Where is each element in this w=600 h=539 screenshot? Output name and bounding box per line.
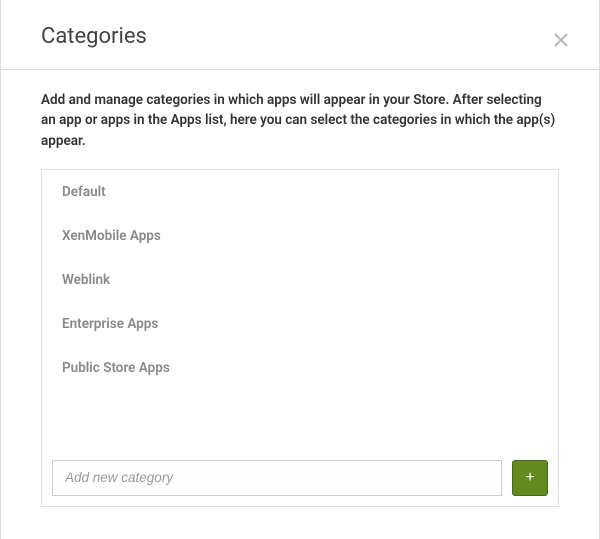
dialog-content: Add and manage categories in which apps … [1, 70, 599, 527]
category-list: Default XenMobile Apps Weblink Enterpris… [42, 170, 558, 450]
close-icon [553, 32, 569, 48]
category-item[interactable]: XenMobile Apps [42, 214, 558, 258]
close-button[interactable] [551, 30, 571, 50]
plus-icon: + [525, 470, 534, 486]
add-category-input[interactable] [52, 460, 502, 496]
dialog-description: Add and manage categories in which apps … [41, 90, 559, 151]
category-item[interactable]: Weblink [42, 258, 558, 302]
category-item[interactable]: Public Store Apps [42, 346, 558, 390]
add-category-row: + [42, 450, 558, 506]
category-item[interactable]: Default [42, 170, 558, 214]
dialog-title: Categories [41, 24, 559, 49]
category-item[interactable]: Enterprise Apps [42, 302, 558, 346]
dialog-header: Categories [1, 0, 599, 69]
categories-dialog: Categories Add and manage categories in … [0, 0, 600, 539]
add-category-button[interactable]: + [512, 460, 548, 496]
category-panel: Default XenMobile Apps Weblink Enterpris… [41, 169, 559, 507]
